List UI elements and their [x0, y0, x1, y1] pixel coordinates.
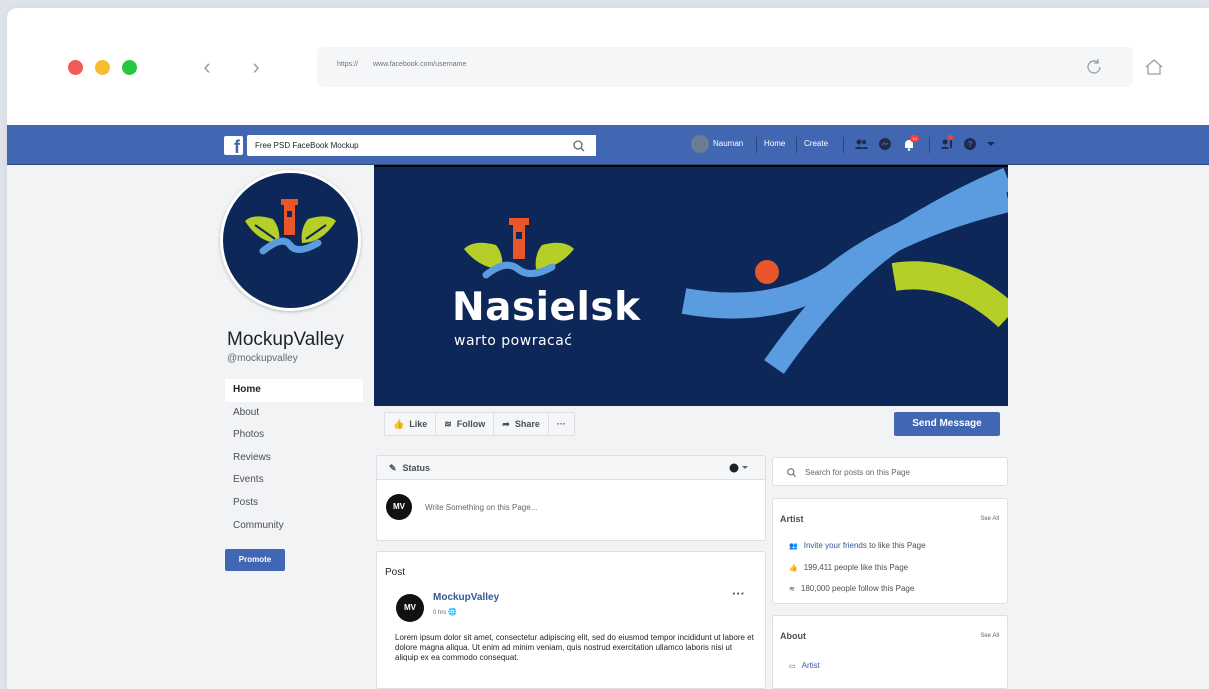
- page-post-search-input[interactable]: Search for posts on this Page: [805, 468, 910, 477]
- divider: [796, 137, 797, 153]
- side-nav-reviews[interactable]: Reviews: [225, 447, 363, 470]
- pencil-icon: ✎: [389, 462, 397, 473]
- friend-requests-badge: [948, 135, 953, 140]
- divider: [756, 137, 757, 153]
- friends-icon: 👥: [789, 542, 798, 550]
- post-timestamp[interactable]: 0 hrs 🌐: [433, 608, 457, 616]
- artist-card-title: Artist: [780, 514, 804, 524]
- share-button[interactable]: ➦ Share: [494, 413, 549, 435]
- share-arrow-icon: ➦: [502, 419, 510, 429]
- forward-arrow-icon[interactable]: ›: [246, 55, 266, 79]
- audience-selector-icon[interactable]: [729, 463, 751, 473]
- post-author-link[interactable]: MockupValley: [433, 592, 499, 603]
- reload-icon[interactable]: [1082, 55, 1106, 79]
- folder-icon: ▭: [789, 662, 796, 670]
- likes-row: 👍 199,411 people like this Page: [789, 563, 908, 572]
- status-composer: ✎ Status MV Write Something on this Page…: [376, 455, 766, 541]
- facebook-logo-icon[interactable]: f: [224, 136, 243, 155]
- help-icon[interactable]: ?: [962, 136, 978, 152]
- rss-icon: ≋: [444, 419, 452, 429]
- cover-photo[interactable]: Nasielsk warto powracać: [374, 165, 1008, 406]
- browser-chrome: ‹ › https:// www.facebook.com/username: [7, 8, 1209, 125]
- more-options-button[interactable]: ···: [549, 413, 574, 435]
- side-nav-events[interactable]: Events: [225, 469, 363, 492]
- close-window-button[interactable]: [68, 60, 83, 75]
- page-name: MockupValley: [227, 329, 344, 350]
- side-nav-home[interactable]: Home: [225, 379, 363, 402]
- back-arrow-icon[interactable]: ‹: [197, 55, 217, 79]
- divider: [929, 137, 930, 153]
- about-see-all-link[interactable]: See All: [980, 633, 999, 639]
- cover-brand-name: Nasielsk: [452, 285, 641, 330]
- thumbs-up-icon: 👍: [789, 564, 798, 572]
- minimize-window-button[interactable]: [95, 60, 110, 75]
- page-action-bar: 👍 Like ≋ Follow ➦ Share ··· Send Message: [374, 406, 1008, 449]
- artist-see-all-link[interactable]: See All: [980, 516, 999, 522]
- like-label: Like: [409, 419, 428, 429]
- page-handle: @mockupvalley: [227, 353, 298, 364]
- post-author-avatar[interactable]: MV: [396, 594, 424, 622]
- page-post-search[interactable]: Search for posts on this Page: [772, 457, 1008, 486]
- post-time-text: 0 hrs: [433, 610, 447, 616]
- facebook-top-bar: f Free PSD FaceBook Mockup Nauman Home C…: [7, 125, 1209, 165]
- likes-count-text: 199,411 people like this Page: [803, 563, 909, 572]
- composer-avatar: MV: [386, 494, 412, 520]
- about-card-title: About: [780, 631, 806, 641]
- user-avatar[interactable]: [691, 135, 709, 153]
- search-icon[interactable]: [571, 138, 587, 154]
- side-nav-community[interactable]: Community: [225, 515, 363, 538]
- follow-button[interactable]: ≋ Follow: [436, 413, 495, 435]
- page-side-nav: Home About Photos Reviews Events Posts C…: [225, 379, 363, 537]
- url-scheme: https://: [337, 61, 359, 68]
- side-nav-about[interactable]: About: [225, 402, 363, 425]
- notification-badge: 14: [910, 135, 919, 142]
- home-icon[interactable]: [1142, 55, 1166, 79]
- side-nav-photos[interactable]: Photos: [225, 424, 363, 447]
- invite-friends-text: to like this Page: [869, 541, 926, 550]
- svg-text:?: ?: [968, 140, 973, 149]
- facebook-search-input[interactable]: Free PSD FaceBook Mockup: [247, 135, 596, 156]
- side-nav-posts[interactable]: Posts: [225, 492, 363, 515]
- friends-icon[interactable]: [853, 136, 869, 152]
- page-profile-picture[interactable]: [220, 170, 361, 311]
- search-icon: [787, 468, 796, 477]
- rss-icon: ≋: [789, 585, 795, 593]
- artist-card: Artist See All 👥 Invite your friends to …: [772, 498, 1008, 604]
- status-header[interactable]: ✎ Status: [377, 456, 765, 480]
- promote-button[interactable]: Promote: [225, 549, 285, 571]
- invite-friends-link[interactable]: Invite your friends: [804, 541, 867, 550]
- post-options-icon[interactable]: ···: [732, 586, 745, 601]
- user-name-link[interactable]: Nauman: [713, 139, 743, 148]
- divider: [843, 137, 844, 153]
- action-button-group: 👍 Like ≋ Follow ➦ Share ···: [384, 412, 575, 436]
- follows-row: ≋ 180,000 people follow this Page: [789, 584, 914, 593]
- cover-tagline: warto powracać: [454, 333, 573, 349]
- send-message-button[interactable]: Send Message: [894, 412, 1000, 436]
- url-text: www.facebook.com/username: [373, 61, 467, 68]
- about-card: About See All ▭ Artist: [772, 615, 1008, 689]
- follows-count-text: 180,000 people follow this Page: [800, 584, 915, 593]
- status-title: Status: [402, 462, 431, 473]
- post-card: Post MV MockupValley 0 hrs 🌐 ··· Lorem i…: [376, 551, 766, 689]
- home-link[interactable]: Home: [764, 139, 785, 148]
- post-section-label: Post: [385, 567, 406, 578]
- maximize-window-button[interactable]: [122, 60, 137, 75]
- nasielsk-logo-icon: [245, 199, 336, 255]
- browser-window: ‹ › https:// www.facebook.com/username f…: [7, 8, 1209, 689]
- thumbs-up-icon: 👍: [393, 419, 405, 429]
- status-input[interactable]: Write Something on this Page...: [425, 503, 537, 512]
- messenger-icon[interactable]: [877, 136, 893, 152]
- invite-friends-row: 👥 Invite your friends to like this Page: [789, 541, 926, 550]
- about-category-link[interactable]: Artist: [802, 661, 820, 670]
- create-link[interactable]: Create: [804, 139, 828, 148]
- share-label: Share: [514, 419, 540, 429]
- like-button[interactable]: 👍 Like: [385, 413, 437, 435]
- follow-label: Follow: [456, 419, 486, 429]
- post-body-text: Lorem ipsum dolor sit amet, consectetur …: [395, 633, 754, 662]
- account-menu-chevron-down-icon[interactable]: [983, 136, 999, 152]
- address-bar[interactable]: https:// www.facebook.com/username: [317, 47, 1133, 87]
- about-category-row: ▭ Artist: [789, 661, 820, 670]
- globe-icon: 🌐: [448, 609, 457, 616]
